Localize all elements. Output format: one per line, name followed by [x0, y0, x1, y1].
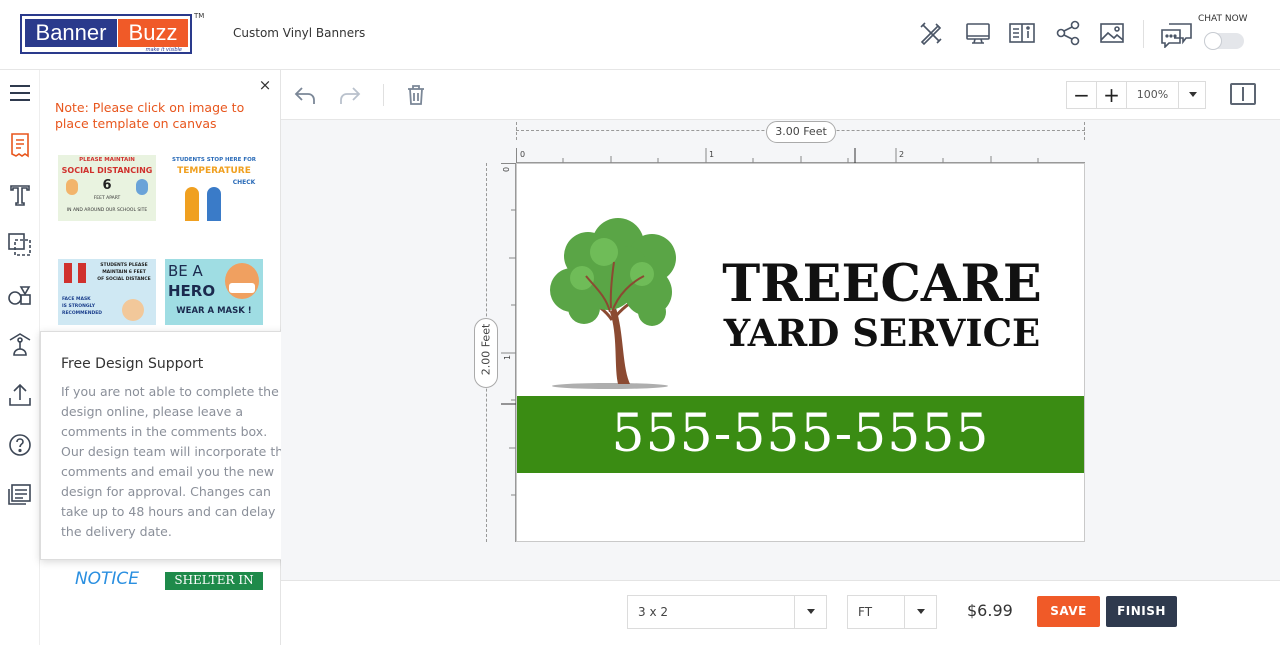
tree-graphic[interactable]: [548, 216, 688, 392]
ruler-h-tick-label: 0: [520, 150, 525, 159]
banner-subheadline[interactable]: YARD SERVICE: [712, 308, 1052, 358]
template-thumb-notice[interactable]: NOTICE: [58, 566, 156, 590]
template-text: FEET APART: [93, 196, 121, 201]
zoom-dropdown-icon[interactable]: [1189, 92, 1197, 97]
toolbar-divider: [383, 84, 384, 106]
size-select[interactable]: 3 x 2: [627, 595, 827, 629]
ruler-h-tick-label: 2: [899, 150, 904, 159]
help-icon[interactable]: [6, 431, 34, 459]
width-label: 3.00 Feet: [766, 121, 836, 143]
template-text: BE A: [168, 262, 203, 280]
ruler-v-tick-label: 0: [502, 167, 511, 172]
height-label-pill: 2.00 Feet: [474, 318, 498, 388]
template-note: Note: Please click on image to place tem…: [55, 100, 245, 131]
app-header: [0, 0, 1280, 70]
price-display: $6.99: [967, 601, 1013, 620]
logo-part-buzz: Buzz: [118, 19, 188, 47]
width-guide-right: [1084, 122, 1085, 140]
toggle-knob: [1204, 32, 1222, 50]
height-label: 2.00 Feet: [479, 323, 493, 376]
template-text: MAINTAIN 6 FEET: [102, 270, 146, 275]
ruler-v-tick-label: 1: [503, 355, 512, 360]
template-text: STUDENTS PLEASE: [100, 263, 148, 268]
template-text: OF SOCIAL DISTANCE: [97, 277, 151, 282]
popup-title: Free Design Support: [61, 356, 204, 372]
info-book-icon[interactable]: [1008, 19, 1036, 47]
template-text: NOTICE: [74, 569, 140, 589]
logo-part-banner: Banner: [25, 19, 117, 47]
close-panel-icon[interactable]: ×: [258, 76, 272, 94]
layers-icon[interactable]: [6, 231, 34, 259]
hero-face: [225, 263, 259, 299]
chevron-down-icon[interactable]: [794, 596, 826, 628]
header-divider: [1143, 20, 1144, 48]
banner-headline[interactable]: TREECARE: [712, 254, 1052, 314]
masked-face: [122, 299, 144, 321]
preview-monitor-icon[interactable]: [964, 19, 992, 47]
templates-icon[interactable]: [6, 131, 34, 159]
template-text: WEAR A MASK !: [176, 306, 252, 316]
clipart-icon[interactable]: [6, 331, 34, 359]
chat-now-label: CHAT NOW: [1198, 14, 1248, 24]
template-text: RECOMMENDED: [62, 311, 103, 316]
ruler-h-tick-label: 1: [709, 150, 714, 159]
bannerbuzz-logo[interactable]: Banner Buzz make it visible: [20, 14, 192, 54]
image-gallery-icon[interactable]: [1098, 19, 1126, 47]
horizontal-ruler: 0 1 2: [516, 148, 1085, 163]
unit-value: FT: [858, 605, 873, 619]
template-text: SHELTER IN: [174, 573, 254, 587]
template-thumb-social-distancing[interactable]: PLEASE MAINTAIN SOCIAL DISTANCING 6 FEET…: [58, 155, 156, 221]
menu-icon[interactable]: [6, 79, 34, 107]
panel-toggle-icon[interactable]: [1230, 83, 1256, 105]
vertical-ruler: 0 1: [501, 163, 516, 542]
redo-icon[interactable]: [337, 82, 363, 108]
template-text: FACE MASK: [62, 297, 91, 302]
template-thumb-face-mask[interactable]: STUDENTS PLEASE MAINTAIN 6 FEET OF SOCIA…: [58, 259, 156, 325]
delete-icon[interactable]: [403, 82, 429, 108]
student-figure: [64, 263, 72, 283]
zoom-control: − + 100%: [1066, 81, 1206, 109]
finish-button[interactable]: FINISH: [1106, 596, 1177, 627]
text-icon[interactable]: [6, 181, 34, 209]
comments-icon[interactable]: [6, 481, 34, 509]
share-icon[interactable]: [1054, 19, 1082, 47]
person-figure: [185, 187, 199, 221]
free-design-support-popup: × Free Design Support If you are not abl…: [40, 331, 310, 560]
unit-select[interactable]: FT: [847, 595, 937, 629]
mask-shape: [229, 283, 255, 293]
template-text: PLEASE MAINTAIN: [79, 157, 135, 163]
template-text: IS STRONGLY: [62, 304, 95, 309]
shapes-icon[interactable]: [6, 281, 34, 309]
width-guide-left: [516, 122, 517, 140]
template-text: IN AND AROUND OUR SCHOOL SITE: [66, 208, 148, 213]
popup-body: If you are not able to complete the desi…: [61, 384, 291, 539]
template-text: CHECK: [232, 179, 256, 186]
person-figure: [207, 187, 221, 221]
child-figure: [136, 179, 148, 195]
size-value: 3 x 2: [638, 605, 668, 619]
zoom-in-button[interactable]: +: [1097, 82, 1127, 108]
zoom-level[interactable]: 100%: [1127, 82, 1179, 108]
template-text: HERO: [168, 282, 216, 300]
upload-icon[interactable]: [6, 381, 34, 409]
chat-toggle[interactable]: [1204, 32, 1244, 50]
template-text: SOCIAL DISTANCING: [61, 166, 153, 175]
student-figure: [78, 263, 86, 283]
template-text: TEMPERATURE: [177, 166, 251, 176]
undo-icon[interactable]: [292, 82, 318, 108]
chat-bubble-icon[interactable]: [1160, 20, 1194, 49]
save-button[interactable]: SAVE: [1037, 596, 1100, 627]
template-thumb-shelter-in-place[interactable]: SHELTER IN: [165, 572, 263, 590]
trademark-mark: TM: [194, 12, 205, 20]
zoom-out-button[interactable]: −: [1067, 82, 1097, 108]
design-tools-icon[interactable]: [917, 19, 945, 47]
logo-tagline: make it visible: [145, 47, 182, 53]
chevron-down-icon[interactable]: [904, 596, 936, 628]
banner-phone-number[interactable]: 555-555-5555: [517, 402, 1084, 466]
template-thumb-temperature-check[interactable]: STUDENTS STOP HERE FOR TEMPERATURE CHECK: [165, 155, 263, 221]
template-text: STUDENTS STOP HERE FOR: [171, 157, 256, 163]
page-title: Custom Vinyl Banners: [233, 26, 366, 40]
child-figure: [66, 179, 78, 195]
template-thumb-be-a-hero[interactable]: BE A HERO WEAR A MASK !: [165, 259, 263, 325]
